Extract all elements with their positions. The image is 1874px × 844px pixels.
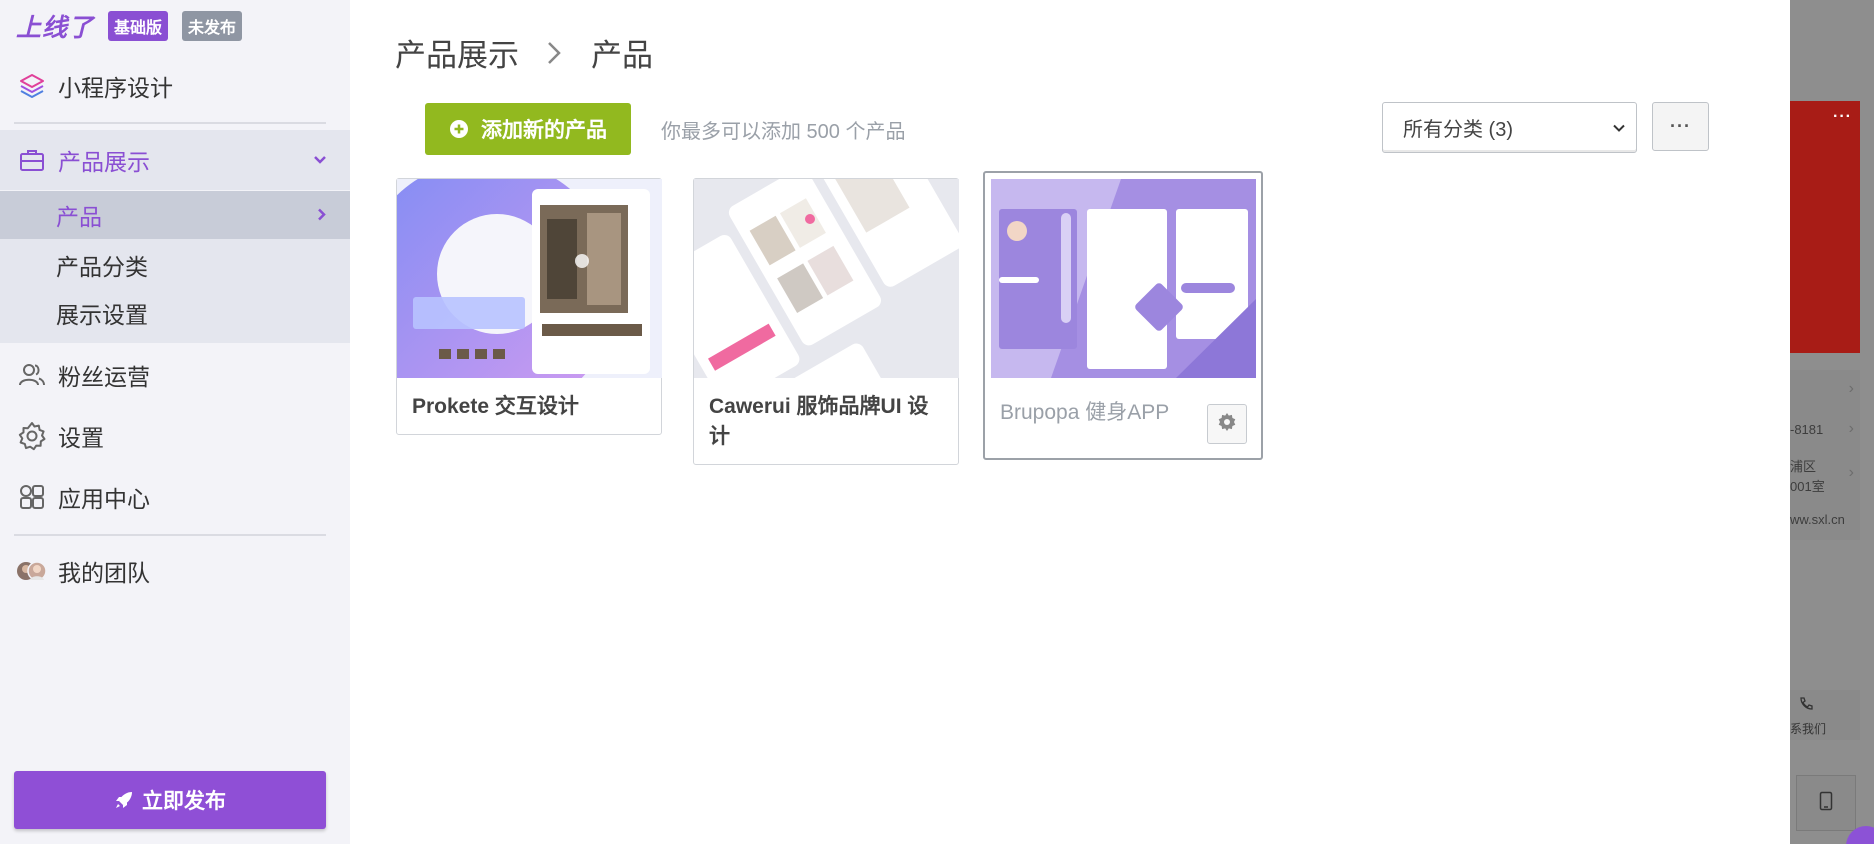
sidebar-subitem-display-settings[interactable]: 展示设置 [0,289,350,337]
sidebar-subnav: 产品 产品分类 展示设置 [0,191,350,343]
preview-menu-dots[interactable]: ··· [1833,108,1852,126]
preview-contact-label: 系我们 [1790,722,1827,736]
chevron-down-icon [310,150,330,170]
team-avatars-icon [16,555,48,587]
sidebar-item-label: 设置 [58,425,104,451]
preview-website: ww.sxl.cn [1790,512,1845,527]
sidebar-subitem-label: 产品 [56,204,102,230]
brand-header: 上线了 基础版 未发布 [16,10,256,42]
briefcase-icon [16,144,48,176]
phone-icon [1798,696,1814,715]
product-card[interactable]: Cawerui 服饰品牌UI 设计 [693,178,959,465]
chevron-down-icon [1612,121,1626,135]
status-badge: 未发布 [182,11,243,41]
preview-banner [1790,101,1860,353]
apps-icon [16,481,48,513]
sidebar-subitem-label: 展示设置 [56,302,148,328]
sidebar-item-app-center[interactable]: 应用中心 [0,467,350,527]
sidebar-divider [14,122,326,124]
chevron-right-icon [545,39,563,67]
add-product-button[interactable]: 添加新的产品 [425,103,631,155]
breadcrumb-current: 产品 [591,38,653,73]
phone-preview-panel: ··· › -8181 › 浦区 001室 › ww.sxl.cn 系我们 [1790,0,1874,844]
product-thumbnail [694,179,959,378]
sidebar-item-settings[interactable]: 设置 [0,406,350,466]
gear-icon [1217,412,1237,437]
product-settings-button[interactable] [1207,404,1247,444]
publish-button[interactable]: 立即发布 [14,771,326,829]
preview-contact-button[interactable]: 系我们 [1790,690,1860,740]
layers-icon [16,70,48,102]
chevron-right-icon: › [1848,420,1854,437]
rocket-icon [114,790,134,810]
add-limit-hint: 你最多可以添加 500 个产品 [661,121,906,143]
plan-badge: 基础版 [108,11,169,41]
sidebar-item-label: 我的团队 [58,560,150,586]
add-product-label: 添加新的产品 [481,119,607,142]
sidebar-item-product-showcase[interactable]: 产品展示 [0,130,350,190]
sidebar-item-fan-operations[interactable]: 粉丝运营 [0,345,350,405]
app-logo[interactable]: 上线了 [16,8,94,44]
users-icon [16,359,48,391]
gear-icon [16,420,48,452]
preview-contact-info: › -8181 › 浦区 001室 › ww.sxl.cn [1790,370,1860,540]
mobile-icon [1819,791,1833,816]
sidebar-subitem-categories[interactable]: 产品分类 [0,241,350,289]
sidebar-subitem-label: 产品分类 [56,254,148,280]
chevron-right-icon: › [1848,464,1854,481]
breadcrumb-parent[interactable]: 产品展示 [395,30,519,75]
chevron-right-icon: › [1848,380,1854,397]
sidebar-subitem-products[interactable]: 产品 [0,191,350,239]
product-card[interactable]: Prokete 交互设计 [396,178,662,435]
product-thumbnail [991,179,1256,378]
sidebar-item-label: 小程序设计 [58,75,173,101]
category-filter-select[interactable]: 所有分类 (3) [1382,102,1637,153]
sidebar: 上线了 基础版 未发布 小程序设计 产品展示 产品 产品分类 展示设置 粉丝运营… [0,0,350,844]
product-title: Cawerui 服饰品牌UI 设计 [709,395,929,448]
sidebar-item-my-team[interactable]: 我的团队 [0,541,350,601]
chevron-right-icon [314,202,330,229]
more-options-label: ··· [1670,116,1691,136]
main-panel: 产品展示 产品 添加新的产品 你最多可以添加 500 个产品 所有分类 (3) … [350,0,1790,844]
sidebar-divider [14,534,326,536]
product-title: Prokete 交互设计 [412,395,579,418]
preview-device-toggle[interactable] [1796,775,1856,831]
product-card-selected[interactable]: Brupopa 健身APP [983,171,1263,460]
sidebar-item-label: 应用中心 [58,486,150,512]
product-thumbnail [397,179,662,378]
sidebar-item-label: 粉丝运营 [58,364,150,390]
category-filter-value: 所有分类 (3) [1403,119,1513,141]
breadcrumb: 产品展示 产品 [395,30,653,75]
more-options-button[interactable]: ··· [1652,102,1709,151]
sidebar-item-miniprogram-design[interactable]: 小程序设计 [0,56,350,116]
publish-button-label: 立即发布 [142,790,226,813]
plus-circle-icon [449,119,469,139]
sidebar-item-label: 产品展示 [58,149,150,175]
